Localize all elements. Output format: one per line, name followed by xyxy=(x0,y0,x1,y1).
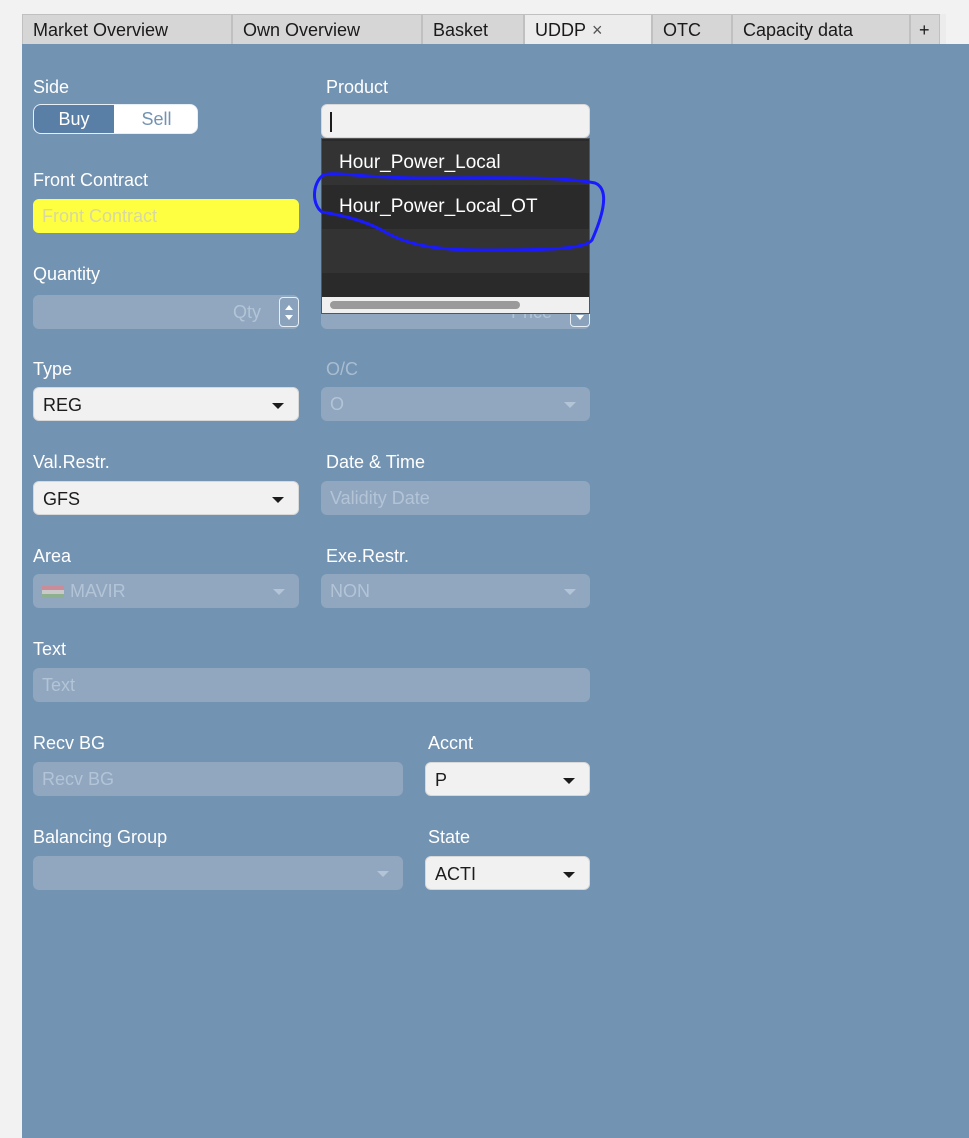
validity-date-input[interactable]: Validity Date xyxy=(321,481,590,515)
type-value: REG xyxy=(43,395,83,415)
chevron-down-icon xyxy=(377,871,389,877)
chevron-down-icon xyxy=(273,589,285,595)
tab-label: Market Overview xyxy=(33,20,169,40)
area-value: MAVIR xyxy=(70,581,126,601)
oc-select[interactable]: O xyxy=(321,387,590,421)
type-label: Type xyxy=(33,359,73,379)
product-label: Product xyxy=(326,77,389,97)
exe-restr-value: NON xyxy=(330,581,370,601)
stepper-down-icon[interactable] xyxy=(285,315,293,320)
tab-own-overview[interactable]: Own Overview xyxy=(232,14,422,44)
chevron-down-icon xyxy=(564,402,576,408)
exe-restr-select[interactable]: NON xyxy=(321,574,590,608)
product-option-empty[interactable] xyxy=(322,229,589,273)
recv-bg-label: Recv BG xyxy=(33,733,106,753)
accnt-value: P xyxy=(435,770,448,790)
plus-icon: + xyxy=(919,20,930,40)
front-contract-label: Front Contract xyxy=(33,170,149,190)
tab-label: Basket xyxy=(433,20,489,40)
type-select[interactable]: REG xyxy=(33,387,299,421)
tab-uddp[interactable]: UDDP × xyxy=(524,14,652,44)
buy-button[interactable]: Buy xyxy=(34,105,114,133)
side-label: Side xyxy=(33,77,70,97)
hungary-flag-icon xyxy=(42,586,64,599)
recv-bg-input[interactable]: Recv BG xyxy=(33,762,403,796)
product-input[interactable] xyxy=(321,104,590,138)
tab-basket[interactable]: Basket xyxy=(422,14,524,44)
tab-bar: Market Overview Own Overview Basket UDDP… xyxy=(22,14,946,44)
tab-market-overview[interactable]: Market Overview xyxy=(22,14,232,44)
product-option[interactable]: Hour_Power_Local xyxy=(322,141,589,185)
balancing-group-select[interactable] xyxy=(33,856,403,890)
scrollbar-thumb[interactable] xyxy=(330,301,520,309)
quantity-stepper[interactable] xyxy=(279,297,299,327)
tab-label: Own Overview xyxy=(243,20,361,40)
val-restr-value: GFS xyxy=(43,489,81,509)
text-cursor xyxy=(330,112,332,132)
area-select[interactable]: MAVIR xyxy=(33,574,299,608)
product-option-empty[interactable] xyxy=(322,273,589,297)
date-time-label: Date & Time xyxy=(326,452,426,472)
val-restr-label: Val.Restr. xyxy=(33,452,110,472)
text-input[interactable]: Text xyxy=(33,668,590,702)
chevron-down-icon xyxy=(563,778,575,784)
stepper-down-icon[interactable] xyxy=(576,315,584,320)
tab-capacity-data[interactable]: Capacity data xyxy=(732,14,910,44)
horizontal-scrollbar[interactable] xyxy=(322,297,589,313)
state-select[interactable]: ACTI xyxy=(425,856,590,890)
front-contract-input[interactable]: Front Contract xyxy=(33,199,299,233)
val-restr-select[interactable]: GFS xyxy=(33,481,299,515)
sell-button[interactable]: Sell xyxy=(114,105,197,133)
chevron-down-icon xyxy=(272,497,284,503)
product-dropdown-list[interactable]: Hour_Power_Local Hour_Power_Local_OT xyxy=(321,138,590,314)
area-label: Area xyxy=(33,546,72,566)
state-value: ACTI xyxy=(435,864,477,884)
balancing-group-label: Balancing Group xyxy=(33,827,168,847)
quantity-label: Quantity xyxy=(33,264,101,284)
close-tab-icon[interactable]: × xyxy=(592,20,603,40)
exe-restr-label: Exe.Restr. xyxy=(326,546,410,566)
add-tab-button[interactable]: + xyxy=(910,14,940,44)
chevron-down-icon xyxy=(563,872,575,878)
tab-label: Capacity data xyxy=(743,20,854,40)
accnt-label: Accnt xyxy=(428,733,474,753)
side-toggle[interactable]: Buy Sell xyxy=(33,104,198,134)
tab-label: UDDP xyxy=(535,20,587,40)
oc-label: O/C xyxy=(326,359,359,379)
tab-label: OTC xyxy=(663,20,701,40)
chevron-down-icon xyxy=(272,403,284,409)
state-label: State xyxy=(428,827,471,847)
text-label: Text xyxy=(33,639,67,659)
quantity-input[interactable]: Qty xyxy=(33,295,299,329)
tab-otc[interactable]: OTC xyxy=(652,14,732,44)
stepper-up-icon[interactable] xyxy=(285,305,293,310)
chevron-down-icon xyxy=(564,589,576,595)
oc-value: O xyxy=(330,394,345,414)
quantity-placeholder: Qty xyxy=(232,302,261,322)
accnt-select[interactable]: P xyxy=(425,762,590,796)
product-option[interactable]: Hour_Power_Local_OT xyxy=(322,185,589,229)
